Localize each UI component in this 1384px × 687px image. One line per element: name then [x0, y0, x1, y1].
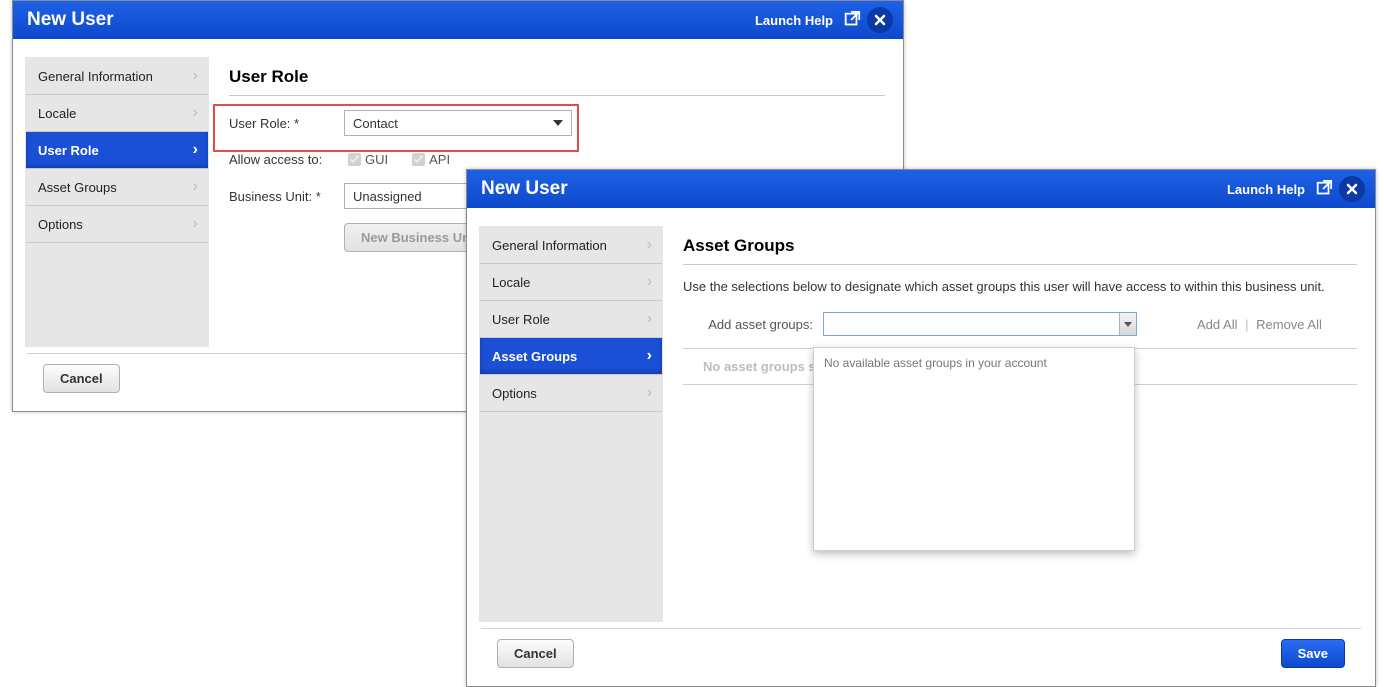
chevron-right-icon: › [193, 104, 198, 122]
chevron-right-icon: › [193, 178, 198, 196]
sidebar-nav: General Information › Locale › User Role… [25, 57, 209, 347]
business-unit-value: Unassigned [353, 189, 422, 204]
nav-item-locale[interactable]: Locale › [26, 95, 208, 132]
add-all-link[interactable]: Add All [1197, 317, 1237, 332]
nav-item-options[interactable]: Options › [26, 206, 208, 243]
nav-item-label: User Role [492, 312, 550, 327]
dialog-new-user-asset-groups: New User Launch Help General Information… [466, 169, 1376, 687]
cancel-button[interactable]: Cancel [43, 364, 120, 393]
dialog-title: New User [27, 9, 114, 31]
nav-item-label: Options [492, 386, 537, 401]
dialog-titlebar: New User Launch Help [13, 1, 903, 39]
close-button[interactable] [1339, 176, 1365, 202]
chevron-down-icon [1124, 322, 1132, 327]
nav-item-label: Locale [38, 106, 76, 121]
nav-item-label: Asset Groups [38, 180, 117, 195]
combobox-popover: No available asset groups in your accoun… [813, 347, 1135, 551]
chevron-right-icon: › [647, 236, 652, 254]
popout-icon[interactable] [1315, 180, 1333, 198]
asset-group-links: Add All | Remove All [1197, 317, 1322, 332]
nav-item-options[interactable]: Options › [480, 375, 662, 412]
dialog-title: New User [481, 178, 568, 200]
chevron-down-icon [553, 120, 563, 126]
dialog-titlebar: New User Launch Help [467, 170, 1375, 208]
combobox-trigger[interactable] [1119, 313, 1136, 335]
asset-groups-combobox[interactable] [823, 312, 1137, 336]
page-title: User Role [229, 67, 885, 96]
label-allow-access: Allow access to: [229, 152, 344, 167]
nav-item-label: Asset Groups [492, 349, 577, 364]
nav-item-label: General Information [492, 238, 607, 253]
asset-groups-input[interactable] [824, 313, 1119, 335]
content-pane-asset-groups: Asset Groups Use the selections below to… [673, 226, 1361, 622]
popout-icon[interactable] [843, 11, 861, 29]
nav-item-general-information[interactable]: General Information › [26, 58, 208, 95]
chevron-right-icon: › [647, 347, 652, 365]
nav-item-asset-groups[interactable]: Asset Groups › [480, 338, 662, 375]
chevron-right-icon: › [193, 215, 198, 233]
nav-item-locale[interactable]: Locale › [480, 264, 662, 301]
checkbox-gui[interactable] [348, 153, 361, 166]
label-add-asset-groups: Add asset groups: [683, 317, 823, 332]
checkbox-api[interactable] [412, 153, 425, 166]
chevron-right-icon: › [647, 384, 652, 402]
label-gui: GUI [365, 152, 388, 167]
page-description: Use the selections below to designate wh… [683, 279, 1357, 294]
chevron-right-icon: › [193, 67, 198, 85]
close-button[interactable] [867, 7, 893, 33]
nav-item-label: General Information [38, 69, 153, 84]
nav-item-user-role[interactable]: User Role › [26, 132, 208, 169]
launch-help-link[interactable]: Launch Help [1227, 182, 1305, 197]
separator: | [1245, 317, 1248, 332]
chevron-right-icon: › [647, 273, 652, 291]
chevron-right-icon: › [647, 310, 652, 328]
save-button[interactable]: Save [1281, 639, 1345, 668]
remove-all-link[interactable]: Remove All [1256, 317, 1322, 332]
nav-item-label: User Role [38, 143, 99, 158]
chevron-right-icon: › [193, 141, 198, 159]
label-user-role: User Role: * [229, 116, 344, 131]
nav-item-general-information[interactable]: General Information › [480, 227, 662, 264]
page-title: Asset Groups [683, 236, 1357, 265]
sidebar-nav: General Information › Locale › User Role… [479, 226, 663, 622]
popover-message: No available asset groups in your accoun… [824, 356, 1047, 370]
nav-item-label: Options [38, 217, 83, 232]
user-role-value: Contact [353, 116, 398, 131]
cancel-button[interactable]: Cancel [497, 639, 574, 668]
launch-help-link[interactable]: Launch Help [755, 13, 833, 28]
nav-item-asset-groups[interactable]: Asset Groups › [26, 169, 208, 206]
label-api: API [429, 152, 450, 167]
user-role-select[interactable]: Contact [344, 110, 572, 136]
nav-item-user-role[interactable]: User Role › [480, 301, 662, 338]
label-business-unit: Business Unit: * [229, 189, 344, 204]
nav-item-label: Locale [492, 275, 530, 290]
